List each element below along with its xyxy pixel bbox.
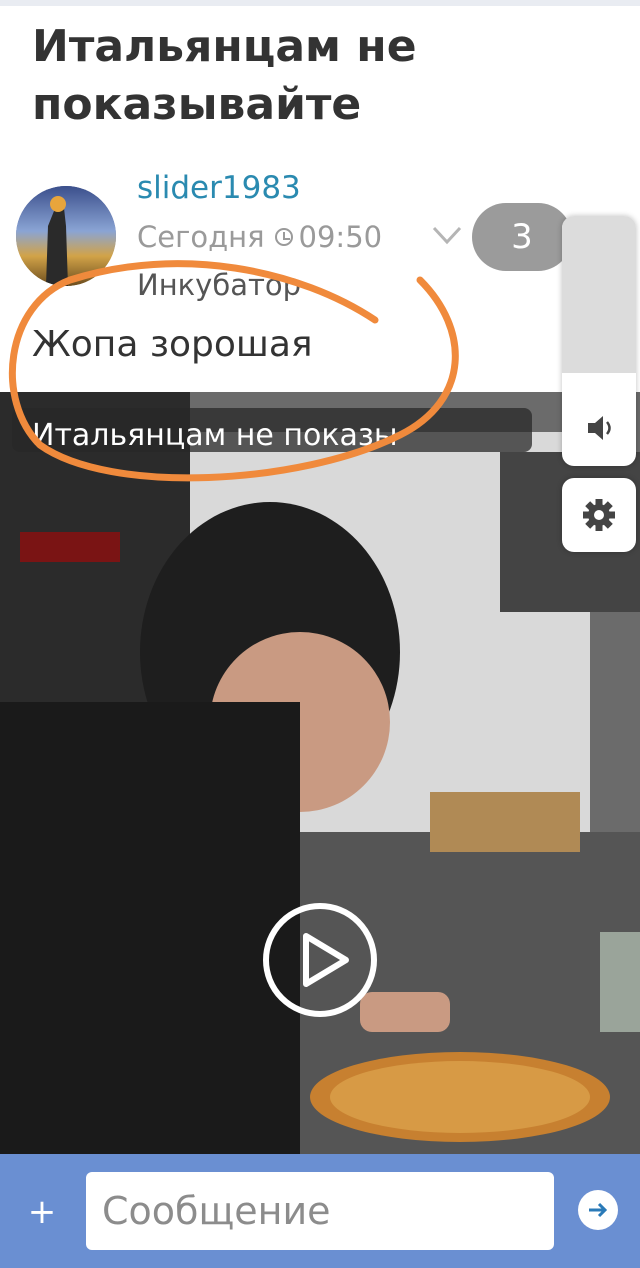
plus-icon[interactable]: + bbox=[22, 1192, 62, 1232]
comment-text: Жопа зорошая bbox=[32, 324, 313, 365]
video-title: Итальянцам не показы bbox=[32, 418, 398, 452]
gear-icon[interactable] bbox=[562, 478, 636, 552]
video-title-bar[interactable]: Итальянцам не показы bbox=[12, 408, 532, 452]
status-bar-strip bbox=[0, 0, 640, 6]
play-icon[interactable] bbox=[262, 902, 378, 1018]
avatar[interactable] bbox=[16, 186, 116, 286]
comment-meta: Сегодня 09:50 bbox=[137, 220, 382, 254]
send-arrow-icon[interactable] bbox=[578, 1190, 618, 1230]
chevron-down-icon[interactable] bbox=[430, 218, 464, 252]
volume-track[interactable] bbox=[562, 216, 636, 396]
post-title: Итальянцам не показывайте bbox=[32, 21, 417, 130]
video-player[interactable] bbox=[0, 392, 640, 1154]
avatar-image bbox=[16, 186, 116, 286]
volume-level-fill bbox=[562, 372, 636, 396]
comment-date: Сегодня bbox=[137, 220, 265, 254]
video-frame bbox=[0, 392, 640, 1154]
clock-icon bbox=[274, 228, 293, 246]
comment-author-link[interactable]: slider1983 bbox=[137, 170, 301, 206]
volume-slider[interactable] bbox=[562, 216, 636, 466]
speaker-icon[interactable] bbox=[582, 410, 618, 446]
message-input[interactable] bbox=[86, 1172, 554, 1250]
community-name[interactable]: Инкубатор bbox=[137, 268, 301, 302]
comment-time: 09:50 bbox=[298, 220, 383, 254]
replies-count-badge[interactable]: 3 bbox=[472, 203, 572, 271]
